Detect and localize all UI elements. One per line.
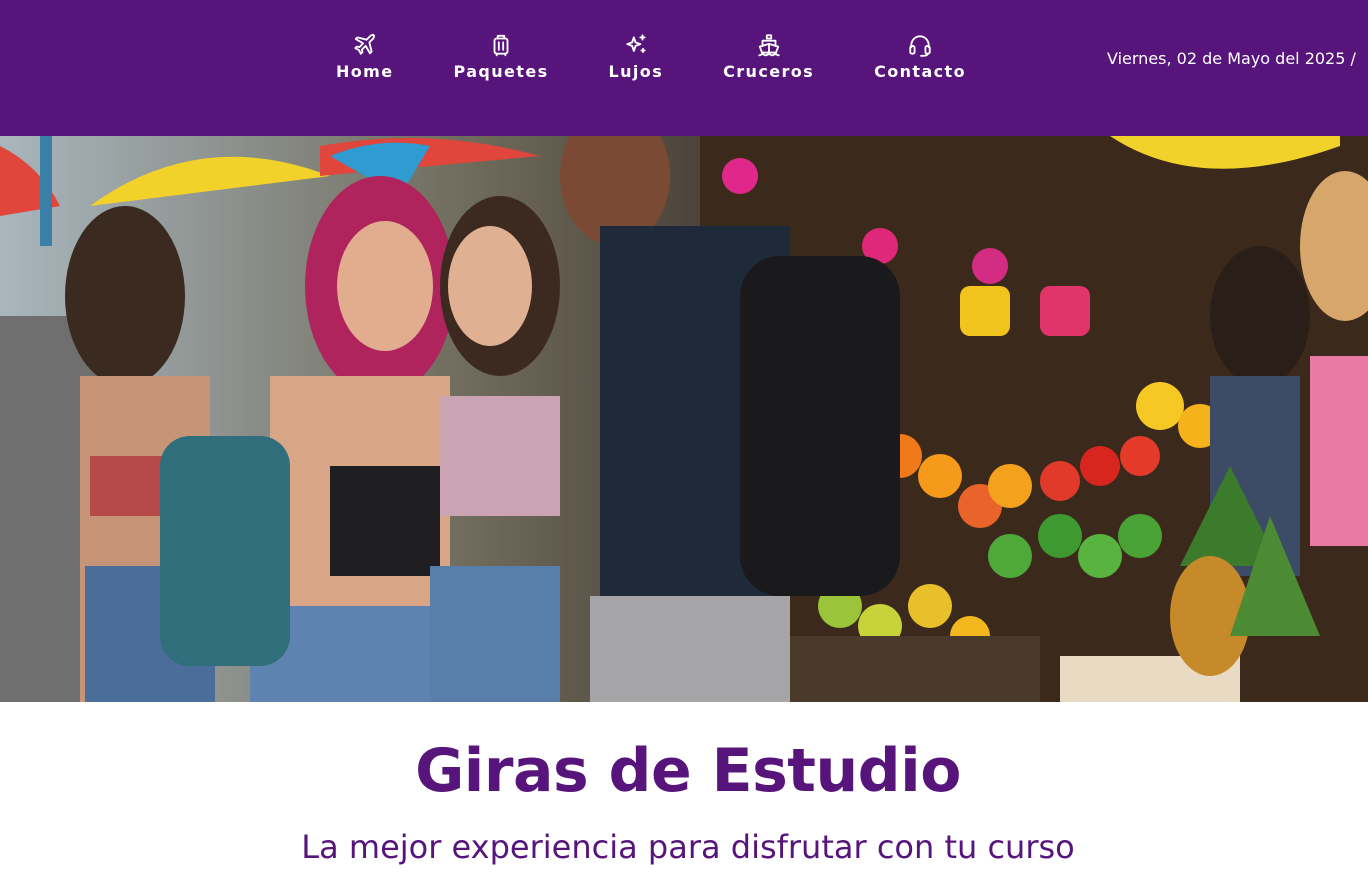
nav-lujos-label: Lujos [608, 62, 664, 81]
nav-cruceros-label: Cruceros [723, 62, 815, 81]
nav-home-label: Home [336, 62, 394, 81]
plane-icon [352, 32, 378, 58]
main-nav: Home Paquetes Lujos Cruceros Contacto [306, 0, 996, 136]
page-title: Giras de Estudio [415, 736, 961, 806]
sparkles-icon [623, 32, 649, 58]
nav-contacto[interactable]: Contacto [844, 32, 996, 81]
current-date: Viernes, 02 de Mayo del 2025 / [1107, 49, 1356, 68]
top-navigation-bar: Home Paquetes Lujos Cruceros Contacto Vi… [0, 0, 1368, 136]
market-scene-illustration [0, 136, 1368, 702]
hero-image [0, 136, 1368, 702]
nav-contacto-label: Contacto [874, 62, 966, 81]
nav-cruceros[interactable]: Cruceros [693, 32, 844, 81]
luggage-icon [488, 32, 514, 58]
ship-icon [756, 32, 782, 58]
headset-icon [907, 32, 933, 58]
main-content: Giras de Estudio La mejor experiencia pa… [0, 702, 1368, 888]
nav-paquetes[interactable]: Paquetes [424, 32, 579, 81]
nav-lujos[interactable]: Lujos [579, 32, 694, 81]
page-subtitle: La mejor experiencia para disfrutar con … [301, 828, 1075, 866]
nav-home[interactable]: Home [306, 32, 424, 81]
nav-paquetes-label: Paquetes [453, 62, 549, 81]
